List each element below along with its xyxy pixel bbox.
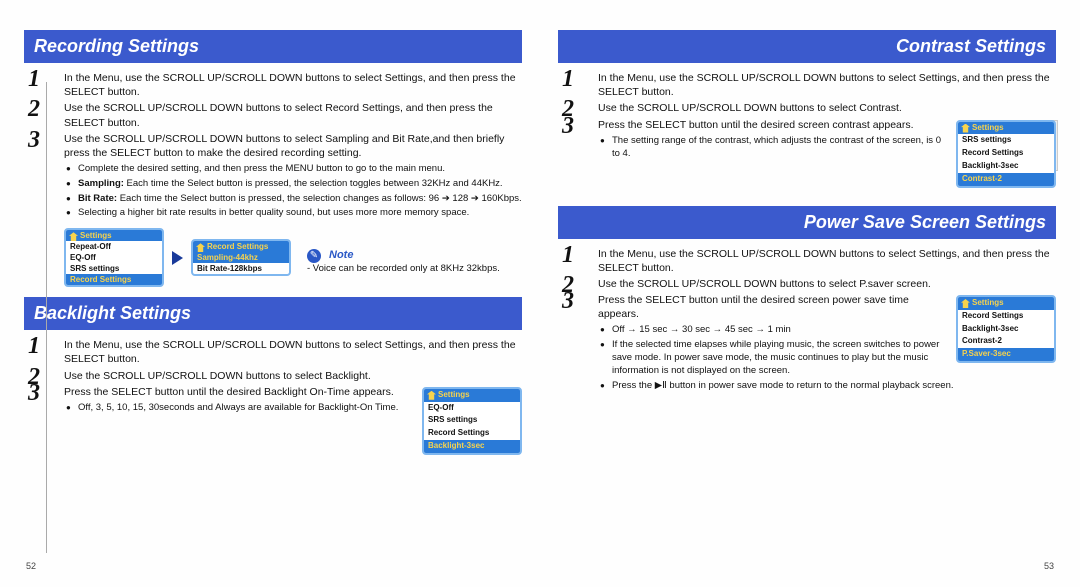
bullet: The setting range of the contrast, which… <box>598 135 1056 161</box>
screen-item: Record Settings <box>424 427 520 440</box>
step-number: 3 <box>28 381 40 405</box>
bullet-text: Press the <box>612 380 655 391</box>
page-number-left: 52 <box>26 561 36 571</box>
bullet: Off, 3, 5, 10, 15, 30seconds and Always … <box>64 402 522 415</box>
step-text: In the Menu, use the SCROLL UP/SCROLL DO… <box>64 338 522 366</box>
step-number: 1 <box>28 67 40 91</box>
screen-item: Bit Rate-128kbps <box>193 263 289 274</box>
screen-item-selected: Record Settings <box>66 274 162 285</box>
left-page: Recording Settings 1 In the Menu, use th… <box>24 20 522 577</box>
note-label: Note <box>329 249 353 261</box>
screen-settings: Settings Repeat-Off EQ-Off SRS settings … <box>64 228 164 287</box>
heading-backlight: Backlight Settings <box>24 297 522 330</box>
screen-item: Record Settings <box>958 310 1054 323</box>
power-steps: 1 In the Menu, use the SCROLL UP/SCROLL … <box>558 247 1056 404</box>
right-page: ENG Contrast Settings 1 In the Menu, use… <box>558 20 1056 577</box>
step-text: In the Menu, use the SCROLL UP/SCROLL DO… <box>598 71 1056 99</box>
screen-item: Repeat-Off <box>66 241 162 252</box>
bullet-text: button in power save mode to return to t… <box>669 380 953 391</box>
screen-item: Backlight-3sec <box>958 160 1054 173</box>
step-3: 3 Settings EQ-Off SRS settings Record Se… <box>64 385 522 455</box>
screen-item: SRS settings <box>66 263 162 274</box>
step-2: 2 Use the SCROLL UP/SCROLL DOWN buttons … <box>598 277 1056 291</box>
step-2: 2 Use the SCROLL UP/SCROLL DOWN buttons … <box>64 101 522 129</box>
bullet: Off → 15 sec → 30 sec → 45 sec → 1 min <box>598 324 1056 337</box>
step-number: 3 <box>562 114 574 138</box>
bullet: Complete the desired setting, and then p… <box>64 163 522 176</box>
side-rule <box>46 82 47 553</box>
step-text: Use the SCROLL UP/SCROLL DOWN buttons to… <box>64 101 522 129</box>
step-3: 3 Settings SRS settings Record Settings … <box>598 118 1056 196</box>
page-number-right: 53 <box>1044 561 1054 571</box>
screen-title: Settings <box>958 122 1054 135</box>
note-text: - Voice can be recorded only at 8KHz 32k… <box>307 263 500 274</box>
bullet-strong: Sampling: <box>78 178 124 189</box>
step-number: 3 <box>28 128 40 152</box>
screen-item-selected: Contrast-2 <box>958 173 1054 186</box>
step-number: 1 <box>562 243 574 267</box>
step-text: Use the SCROLL UP/SCROLL DOWN buttons to… <box>64 369 522 383</box>
step-text: Use the SCROLL UP/SCROLL DOWN buttons to… <box>598 101 1056 115</box>
bullet: Selecting a higher bit rate results in b… <box>64 207 522 220</box>
backlight-steps: 1 In the Menu, use the SCROLL UP/SCROLL … <box>24 338 522 455</box>
step-3: 3 Use the SCROLL UP/SCROLL DOWN buttons … <box>64 132 522 160</box>
step-number: 3 <box>562 289 574 313</box>
bullet: Sampling: Each time the Select button is… <box>64 178 522 191</box>
arrow-icon <box>172 251 183 265</box>
recording-steps: 1 In the Menu, use the SCROLL UP/SCROLL … <box>24 71 522 220</box>
screen-record-settings: Record Settings Sampling-44khz Bit Rate-… <box>191 239 291 276</box>
bullet: Press the ▶Ⅱ button in power save mode t… <box>598 380 1056 393</box>
step-number: 1 <box>562 67 574 91</box>
contrast-steps: 1 In the Menu, use the SCROLL UP/SCROLL … <box>558 71 1056 196</box>
step-text: Use the SCROLL UP/SCROLL DOWN buttons to… <box>598 277 1056 291</box>
screen-title: Record Settings <box>193 241 289 252</box>
screen-backlight: Settings EQ-Off SRS settings Record Sett… <box>422 387 522 455</box>
recording-bullets: Complete the desired setting, and then p… <box>64 163 522 220</box>
step-text: In the Menu, use the SCROLL UP/SCROLL DO… <box>598 247 1056 275</box>
step-2: 2 Use the SCROLL UP/SCROLL DOWN buttons … <box>598 101 1056 115</box>
heading-power-save: Power Save Screen Settings <box>558 206 1056 239</box>
heading-recording: Recording Settings <box>24 30 522 63</box>
bullet: If the selected time elapses while playi… <box>598 339 1056 377</box>
screen-item-selected: Sampling-44khz <box>193 252 289 263</box>
bullet-text: Each time the Select button is pressed, … <box>124 178 503 189</box>
bullet-strong: Bit Rate: <box>78 193 117 204</box>
bullet: Bit Rate: Each time the Select button is… <box>64 193 522 206</box>
note-icon: ✎ <box>307 249 321 263</box>
step-3: 3 Settings Record Settings Backlight-3se… <box>598 293 1056 403</box>
step-1: 1 In the Menu, use the SCROLL UP/SCROLL … <box>598 247 1056 275</box>
step-1: 1 In the Menu, use the SCROLL UP/SCROLL … <box>64 71 522 99</box>
screen-item: SRS settings <box>424 414 520 427</box>
step-number: 1 <box>28 334 40 358</box>
note-block: ✎ Note - Voice can be recorded only at 8… <box>307 241 500 274</box>
step-2: 2 Use the SCROLL UP/SCROLL DOWN buttons … <box>64 369 522 383</box>
recording-screens: Settings Repeat-Off EQ-Off SRS settings … <box>64 228 522 287</box>
screen-title: Settings <box>424 389 520 402</box>
screen-title: Settings <box>66 230 162 241</box>
step-1: 1 In the Menu, use the SCROLL UP/SCROLL … <box>598 71 1056 99</box>
step-text: In the Menu, use the SCROLL UP/SCROLL DO… <box>64 71 522 99</box>
screen-title: Settings <box>958 297 1054 310</box>
play-pause-icon: ▶Ⅱ <box>655 380 667 393</box>
screen-item-selected: Backlight-3sec <box>424 440 520 453</box>
step-1: 1 In the Menu, use the SCROLL UP/SCROLL … <box>64 338 522 366</box>
step-text: Use the SCROLL UP/SCROLL DOWN buttons to… <box>64 132 522 160</box>
bullet-text: Each time the Select button is pressed, … <box>117 193 522 204</box>
screen-item: EQ-Off <box>66 252 162 263</box>
manual-spread: Recording Settings 1 In the Menu, use th… <box>0 0 1080 587</box>
step-number: 2 <box>28 97 40 121</box>
heading-contrast: Contrast Settings <box>558 30 1056 63</box>
